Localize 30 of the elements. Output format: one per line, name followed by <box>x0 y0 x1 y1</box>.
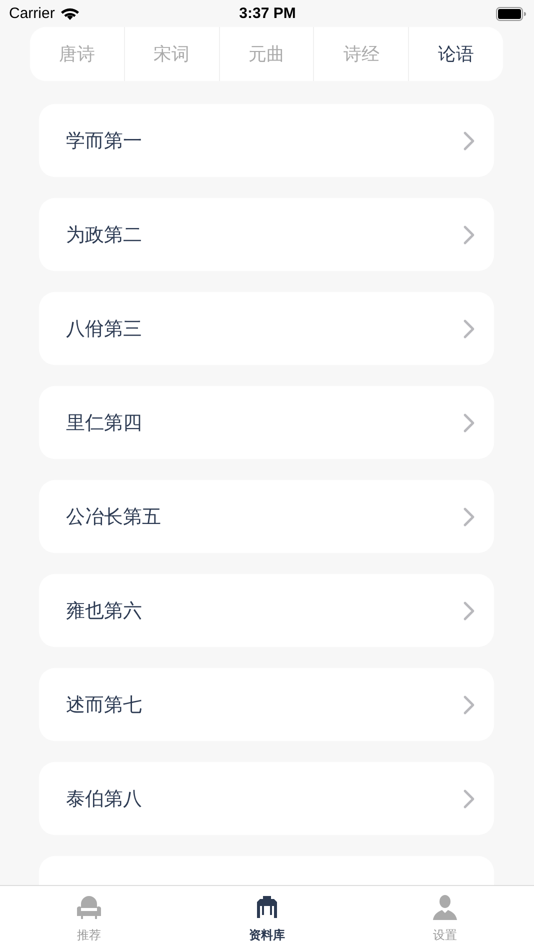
chapter-title: 泰伯第八 <box>66 788 142 812</box>
chapter-title: 公冶长第五 <box>66 506 161 530</box>
chapter-row[interactable]: 为政第二 <box>39 198 494 271</box>
chevron-icon <box>463 130 475 150</box>
status-time: 3:37 PM <box>239 5 296 22</box>
armchair-icon <box>75 894 103 922</box>
chapter-row[interactable]: 八佾第三 <box>39 292 494 365</box>
chapter-title: 为政第二 <box>66 224 142 248</box>
battery-icon <box>496 6 526 20</box>
chapter-row[interactable]: 泰伯第八 <box>39 762 494 835</box>
chapter-title: 里仁第四 <box>66 412 142 436</box>
chapter-row[interactable]: 公冶长第五 <box>39 480 494 553</box>
chapter-title: 八佾第三 <box>66 318 142 342</box>
chapter-row[interactable]: 述而第七 <box>39 668 494 741</box>
chapter-title: 雍也第六 <box>66 600 142 624</box>
chapter-title: 学而第一 <box>66 130 142 154</box>
chevron-icon <box>463 318 475 338</box>
chapter-row[interactable]: 里仁第四 <box>39 386 494 459</box>
chevron-icon <box>463 224 475 244</box>
chapter-title: 述而第七 <box>66 694 142 718</box>
chevron-icon <box>463 694 475 714</box>
person-icon <box>431 894 459 922</box>
carrier-label: Carrier <box>9 5 55 22</box>
chevron-icon <box>463 788 475 808</box>
chevron-icon <box>463 412 475 432</box>
chevron-icon <box>463 506 475 526</box>
chevron-icon <box>463 600 475 620</box>
chapter-row[interactable]: 雍也第六 <box>39 574 494 647</box>
chapter-row[interactable]: 学而第一 <box>39 104 494 177</box>
wifi-icon <box>60 6 80 20</box>
